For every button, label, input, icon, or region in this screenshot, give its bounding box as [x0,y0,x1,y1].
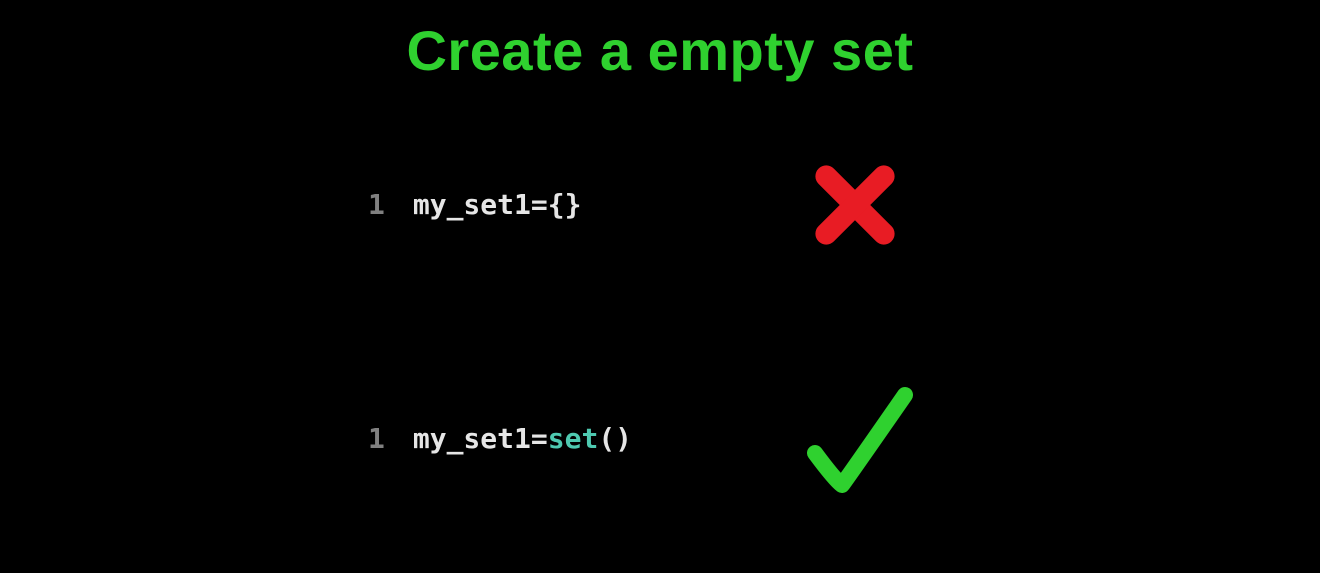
code-operator: = [531,422,548,455]
code-identifier: my_set1 [413,188,531,221]
line-number: 1 [368,422,385,455]
check-icon [800,385,920,505]
code-example-correct: 1 my_set1 = set () [368,422,632,455]
code-parens: () [598,422,632,455]
code-operator: = [531,188,548,221]
code-example-wrong: 1 my_set1 = {} [368,188,581,221]
code-braces: {} [548,188,582,221]
code-function: set [548,422,599,455]
page-title: Create a empty set [0,0,1320,83]
code-identifier: my_set1 [413,422,531,455]
cross-icon [810,160,900,250]
line-number: 1 [368,188,385,221]
